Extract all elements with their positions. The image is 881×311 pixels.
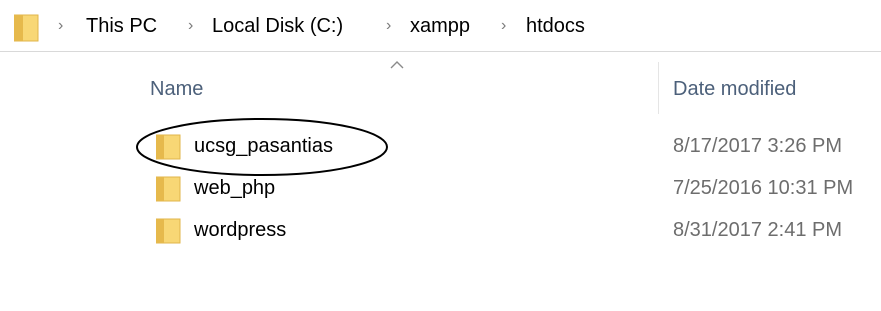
column-header-name[interactable]: Name [150, 75, 203, 103]
breadcrumb-htdocs[interactable]: htdocs [526, 13, 585, 39]
sort-ascending-icon [390, 61, 404, 69]
column-header-date-modified[interactable]: Date modified [673, 75, 796, 103]
address-bar[interactable]: › This PC › Local Disk (C:) › xampp › ht… [0, 0, 881, 52]
chevron-right-icon[interactable]: › [501, 13, 506, 39]
folder-icon [14, 14, 39, 42]
chevron-right-icon[interactable]: › [188, 13, 193, 39]
highlight-ellipse [136, 118, 388, 176]
breadcrumb-local-disk[interactable]: Local Disk (C:) [212, 13, 343, 39]
item-name: web_php [194, 177, 276, 199]
item-date-modified: 7/25/2016 10:31 PM [673, 177, 854, 199]
breadcrumb-this-pc[interactable]: This PC [86, 13, 157, 39]
chevron-right-icon: › [58, 17, 64, 34]
folder-icon [156, 218, 181, 244]
folder-icon [156, 176, 181, 202]
chevron-right-icon[interactable]: › [386, 13, 391, 39]
column-divider[interactable] [658, 62, 659, 114]
item-date-modified: 8/17/2017 3:26 PM [673, 135, 843, 157]
breadcrumb-xampp[interactable]: xampp [410, 13, 470, 39]
item-name: wordpress [194, 219, 287, 241]
item-date-modified: 8/31/2017 2:41 PM [673, 219, 843, 241]
list-item[interactable]: wordpress 8/31/2017 2:41 PM [150, 212, 881, 248]
